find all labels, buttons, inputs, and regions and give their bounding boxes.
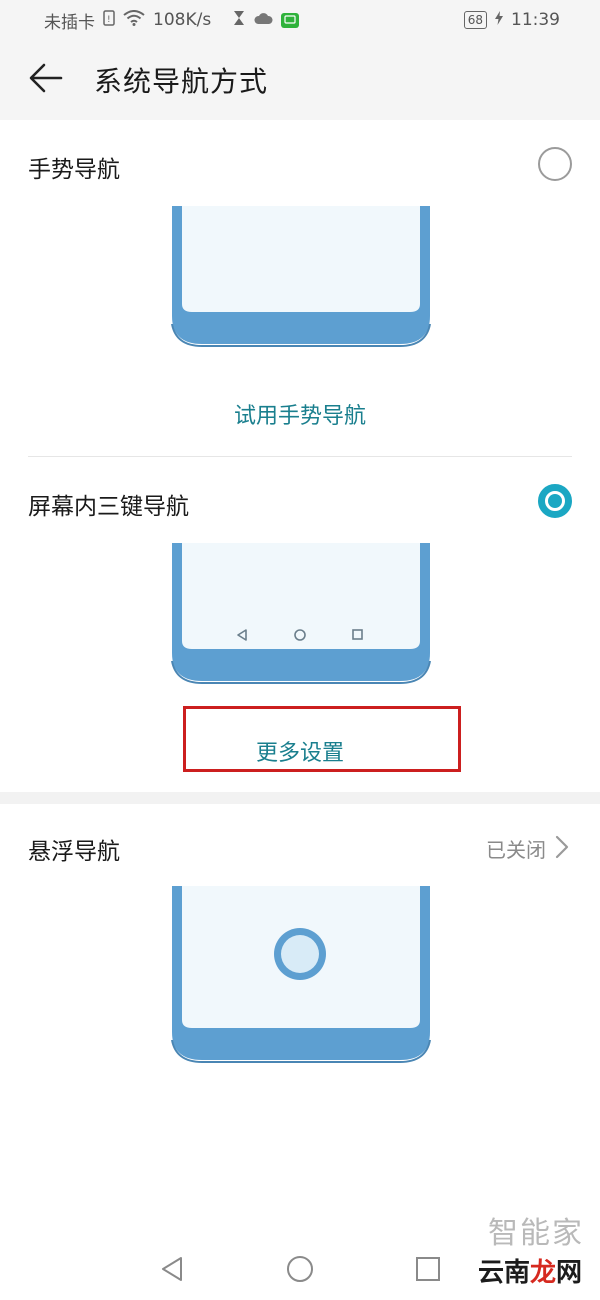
nav-home-button[interactable] bbox=[280, 1249, 320, 1289]
battery-icon: 68 bbox=[463, 11, 487, 29]
app-notification-icon bbox=[281, 12, 300, 28]
gesture-phone-illustration bbox=[171, 206, 431, 347]
triangle-back-icon bbox=[162, 1257, 182, 1281]
square-recent-icon bbox=[416, 1257, 440, 1281]
try-gesture-link[interactable]: 试用手势导航 bbox=[0, 398, 600, 430]
back-button[interactable] bbox=[16, 50, 76, 110]
circle-home-icon bbox=[287, 1256, 313, 1282]
watermark-text-b: 龙 bbox=[529, 1258, 556, 1288]
status-bar: 未插卡 ! 108K/s 68 11:39 bbox=[0, 0, 600, 40]
nav-recent-button[interactable] bbox=[408, 1249, 448, 1289]
chevron-right-icon bbox=[555, 835, 569, 859]
cloud-icon bbox=[253, 11, 273, 29]
app-header: 系统导航方式 bbox=[0, 40, 600, 120]
floating-nav-section[interactable]: 悬浮导航 已关闭 bbox=[0, 804, 600, 1064]
gesture-nav-section: 手势导航 试用手势导航 bbox=[0, 120, 600, 456]
hourglass-icon bbox=[233, 10, 245, 30]
svg-text:!: ! bbox=[107, 15, 111, 25]
gesture-nav-title: 手势导航 bbox=[28, 157, 120, 183]
wifi-icon bbox=[123, 10, 145, 30]
floating-nav-title: 悬浮导航 bbox=[28, 839, 120, 865]
floating-phone-illustration bbox=[171, 886, 431, 1063]
floating-dock-icon bbox=[274, 928, 326, 980]
gesture-nav-radio[interactable] bbox=[538, 147, 572, 181]
watermark-line1: 智能家 bbox=[488, 1216, 584, 1251]
network-speed: 108K/s bbox=[153, 10, 212, 30]
three-key-nav-radio[interactable] bbox=[538, 484, 572, 518]
nav-back-button[interactable] bbox=[152, 1249, 192, 1289]
sim-icon: ! bbox=[103, 10, 115, 30]
page-title: 系统导航方式 bbox=[94, 65, 269, 98]
back-arrow-icon bbox=[29, 63, 63, 97]
watermark-text-c: 网 bbox=[555, 1258, 582, 1288]
highlight-annotation bbox=[183, 706, 461, 772]
watermark-text-a: 云南 bbox=[477, 1258, 530, 1288]
status-left: 未插卡 ! 108K/s bbox=[44, 8, 300, 33]
watermark-line2: 云南龙网 bbox=[475, 1252, 584, 1289]
status-right: 68 11:39 bbox=[463, 10, 560, 30]
watermark-logo: 智能家 云南龙网 bbox=[466, 1208, 584, 1292]
carrier-text: 未插卡 bbox=[44, 12, 95, 33]
charging-icon bbox=[495, 11, 503, 29]
three-key-phone-illustration bbox=[171, 543, 431, 684]
floating-nav-status: 已关闭 bbox=[486, 838, 546, 862]
three-key-nav-title: 屏幕内三键导航 bbox=[28, 494, 189, 520]
section-spacer bbox=[0, 792, 600, 804]
clock-text: 11:39 bbox=[511, 10, 560, 30]
